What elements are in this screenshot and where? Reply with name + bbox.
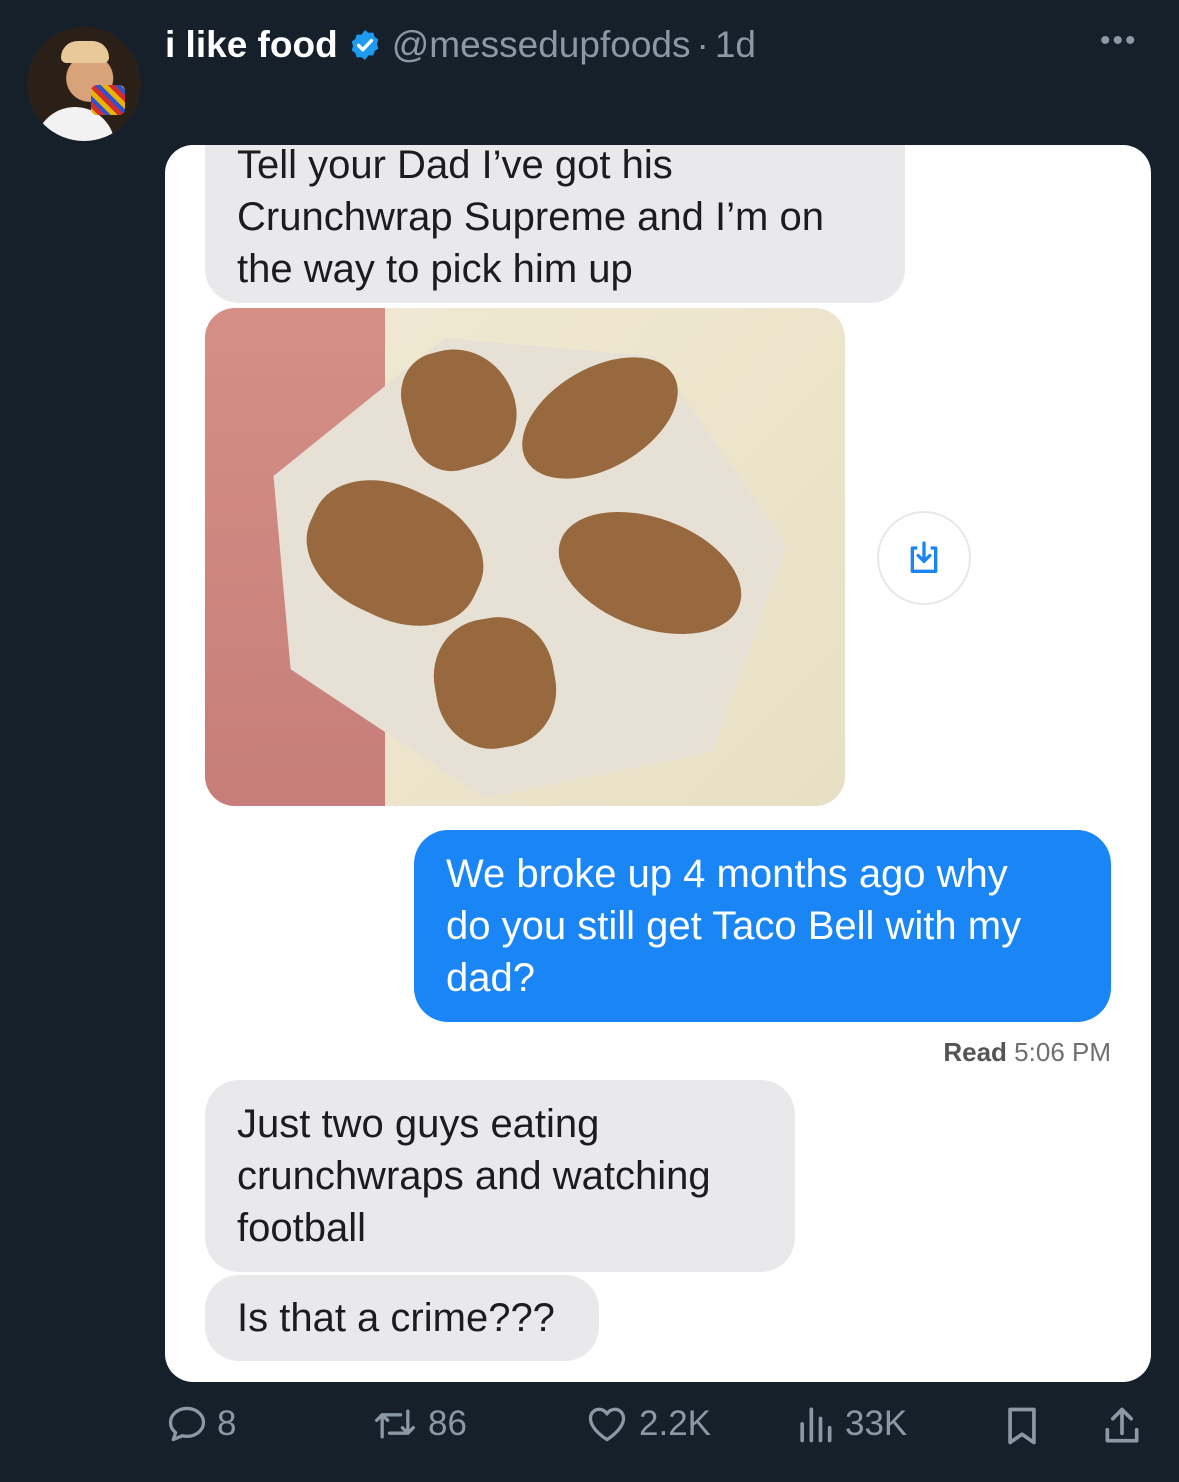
download-button[interactable] bbox=[879, 513, 969, 603]
views-icon bbox=[800, 1407, 832, 1443]
views-button[interactable]: 33K bbox=[793, 1402, 907, 1446]
read-time: 5:06 PM bbox=[1014, 1037, 1111, 1067]
avatar-food bbox=[91, 85, 125, 115]
verified-badge-icon bbox=[351, 30, 379, 60]
read-label: Read bbox=[943, 1037, 1007, 1067]
post-image[interactable]: Tell your Dad I’ve got his Crunchwrap Su… bbox=[165, 145, 1151, 1382]
reply-icon bbox=[168, 1406, 206, 1442]
reply-count: 8 bbox=[217, 1404, 237, 1443]
message-outgoing: We broke up 4 months ago why do you stil… bbox=[414, 830, 1111, 1022]
post-age[interactable]: 1d bbox=[715, 24, 756, 66]
repost-button[interactable]: 86 bbox=[370, 1402, 467, 1446]
like-button[interactable]: 2.2K bbox=[583, 1402, 711, 1446]
read-receipt: Read 5:06 PM bbox=[943, 1037, 1111, 1068]
message-incoming: Just two guys eating crunchwraps and wat… bbox=[205, 1080, 795, 1272]
views-count: 33K bbox=[845, 1404, 908, 1443]
repost-count: 86 bbox=[428, 1404, 467, 1443]
crunchwrap-photo bbox=[205, 308, 845, 806]
message-incoming: Is that a crime??? bbox=[205, 1275, 599, 1361]
separator: · bbox=[696, 24, 709, 65]
download-icon bbox=[910, 541, 938, 573]
action-bar: 8 86 2.2K 33K bbox=[0, 1402, 1179, 1462]
like-icon bbox=[588, 1407, 626, 1442]
repost-icon bbox=[375, 1409, 415, 1439]
bookmark-button[interactable] bbox=[1000, 1402, 1052, 1450]
like-count: 2.2K bbox=[639, 1404, 711, 1443]
bookmark-icon bbox=[1008, 1407, 1036, 1445]
share-button[interactable] bbox=[1100, 1402, 1152, 1450]
avatar[interactable] bbox=[27, 27, 141, 141]
message-incoming: Tell your Dad I’ve got his Crunchwrap Su… bbox=[205, 145, 905, 303]
more-icon[interactable]: ••• bbox=[1100, 24, 1138, 58]
reply-button[interactable]: 8 bbox=[165, 1402, 236, 1446]
post-header: i like food @messedupfoods · 1d bbox=[165, 20, 756, 70]
handle[interactable]: @messedupfoods bbox=[392, 24, 691, 66]
display-name[interactable]: i like food bbox=[165, 24, 338, 66]
share-icon bbox=[1105, 1407, 1139, 1443]
avatar-hair bbox=[61, 41, 109, 63]
